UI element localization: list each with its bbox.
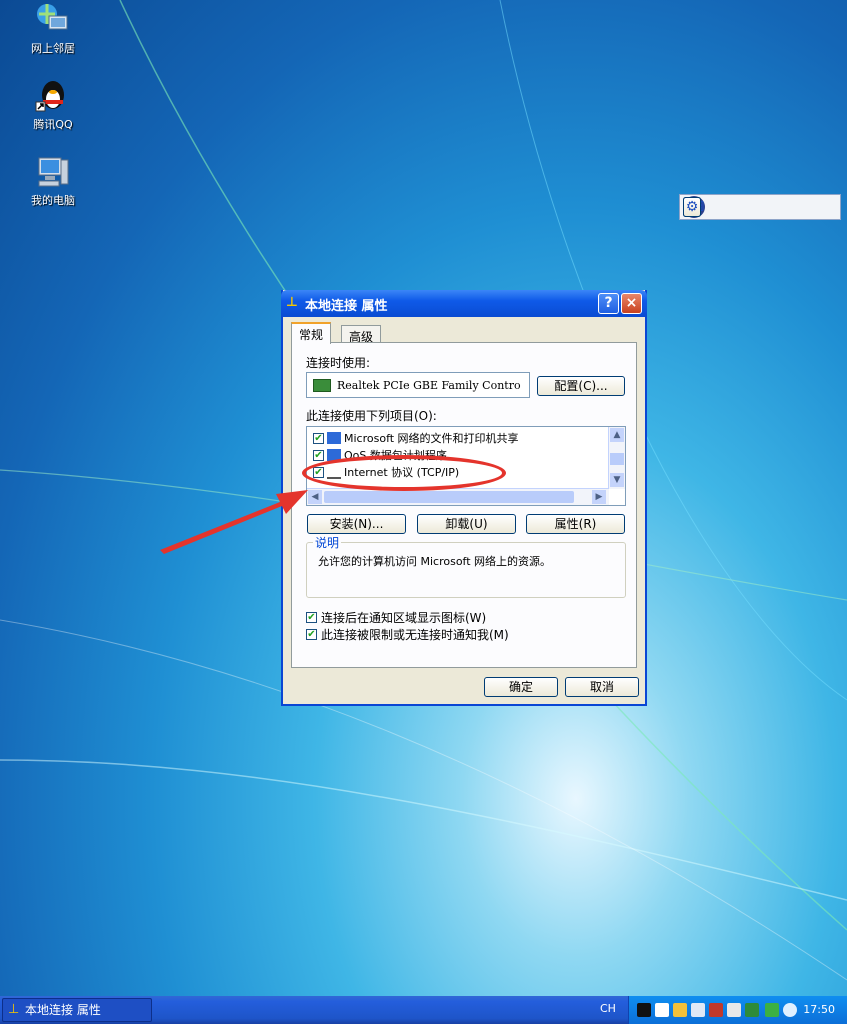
notify-option[interactable]: ✔ 此连接被限制或无连接时通知我(M) — [306, 626, 509, 643]
annotation-arrow — [160, 490, 308, 554]
volume-icon[interactable] — [727, 1003, 741, 1017]
media-tray-icon[interactable] — [709, 1003, 723, 1017]
component-checkbox[interactable]: ✔ — [313, 449, 324, 461]
connect-using-label: 连接时使用: — [306, 356, 371, 370]
description-groupbox: 说明 允许您的计算机访问 Microsoft 网络上的资源。 — [306, 534, 626, 598]
network-connection-icon: ⊥ — [8, 1002, 20, 1017]
ime-toolbar[interactable]: 精 中 ☽ °, ⌨ 🎙 ⚙ — [679, 194, 841, 220]
network-tray-icon[interactable] — [691, 1003, 705, 1017]
desktop-icon-label: 我的电脑 — [31, 194, 75, 207]
network-places-icon — [35, 2, 71, 38]
horizontal-scrollbar[interactable]: ◀ ▶ — [307, 488, 609, 505]
notify-checkbox[interactable]: ✔ — [306, 629, 317, 640]
scroll-up-icon[interactable]: ▲ — [610, 428, 624, 442]
tray-app-icon[interactable] — [673, 1003, 687, 1017]
qq-penguin-icon — [35, 78, 71, 114]
adapter-field: Realtek PCIe GBE Family Contro — [306, 372, 530, 398]
show-icon-checkbox[interactable]: ✔ — [306, 612, 317, 623]
dialog-title: 本地连接 属性 — [305, 299, 388, 314]
tab-panel-general: 连接时使用: Realtek PCIe GBE Family Contro 配置… — [291, 342, 637, 668]
ok-button[interactable]: 确定 — [484, 677, 558, 697]
desktop-background: 网上邻居 腾讯QQ 我的电脑 精 中 ☽ °, ⌨ 🎙 ⚙ — [0, 0, 847, 996]
desktop-icon-my-computer[interactable]: 我的电脑 — [8, 154, 98, 208]
desktop-icon-network-places[interactable]: 网上邻居 — [8, 2, 98, 56]
component-checkbox[interactable]: ✔ — [313, 432, 324, 444]
taskbar: ⊥ 本地连接 属性 CH 17:50 — [0, 996, 847, 1024]
cancel-button[interactable]: 取消 — [565, 677, 639, 697]
scroll-thumb[interactable] — [610, 453, 624, 465]
dialog-titlebar[interactable]: ⊥ 本地连接 属性 ? × — [281, 290, 647, 317]
system-tray: 17:50 — [628, 996, 847, 1024]
clock: 17:50 — [803, 1003, 835, 1016]
annotation-ellipse — [302, 455, 506, 491]
my-computer-icon — [35, 154, 71, 190]
properties-button[interactable]: 属性(R) — [526, 514, 625, 534]
network-adapter-icon — [313, 379, 331, 392]
shield-icon[interactable] — [765, 1003, 779, 1017]
h-scroll-thumb[interactable] — [324, 491, 574, 503]
local-connection-properties-dialog: ⊥ 本地连接 属性 ? × 常规 高级 连接时使用: Realtek PCIe … — [281, 290, 647, 706]
taskbar-window-button[interactable]: ⊥ 本地连接 属性 — [2, 998, 152, 1022]
help-button[interactable]: ? — [598, 293, 619, 314]
settings-gear-icon[interactable]: ⚙ — [683, 197, 701, 217]
close-button[interactable]: × — [621, 293, 642, 314]
components-label: 此连接使用下列项目(O): — [306, 409, 437, 423]
install-button[interactable]: 安装(N)... — [307, 514, 406, 534]
vertical-scrollbar[interactable]: ▲ ▼ — [608, 427, 625, 489]
antivirus-icon[interactable] — [783, 1003, 797, 1017]
component-label: Microsoft 网络的文件和打印机共享 — [344, 432, 519, 445]
network-connection-icon: ⊥ — [286, 295, 298, 310]
show-icon-label: 连接后在通知区域显示图标(W) — [321, 611, 487, 625]
configure-button[interactable]: 配置(C)... — [537, 376, 625, 396]
scroll-down-icon[interactable]: ▼ — [610, 473, 624, 487]
show-icon-option[interactable]: ✔ 连接后在通知区域显示图标(W) — [306, 609, 486, 626]
language-indicator[interactable]: CH — [600, 1002, 616, 1015]
list-item[interactable]: ✔ Microsoft 网络的文件和打印机共享 — [313, 430, 519, 446]
notify-label: 此连接被限制或无连接时通知我(M) — [321, 628, 509, 642]
desktop-icon-label: 网上邻居 — [31, 42, 75, 55]
desktop-icon-qq[interactable]: 腾讯QQ — [8, 78, 98, 132]
uninstall-button[interactable]: 卸载(U) — [417, 514, 516, 534]
h-app-icon[interactable] — [655, 1003, 669, 1017]
desktop-icon-label: 腾讯QQ — [33, 118, 73, 131]
file-share-icon — [327, 432, 341, 444]
taskbar-window-label: 本地连接 属性 — [25, 1003, 101, 1017]
adapter-name: Realtek PCIe GBE Family Contro — [337, 379, 521, 392]
description-text: 允许您的计算机访问 Microsoft 网络上的资源。 — [318, 555, 552, 568]
tab-general[interactable]: 常规 — [291, 322, 332, 344]
qq-tray-icon[interactable] — [637, 1003, 651, 1017]
scroll-right-icon[interactable]: ▶ — [592, 490, 606, 504]
security-tray-icon[interactable] — [745, 1003, 759, 1017]
